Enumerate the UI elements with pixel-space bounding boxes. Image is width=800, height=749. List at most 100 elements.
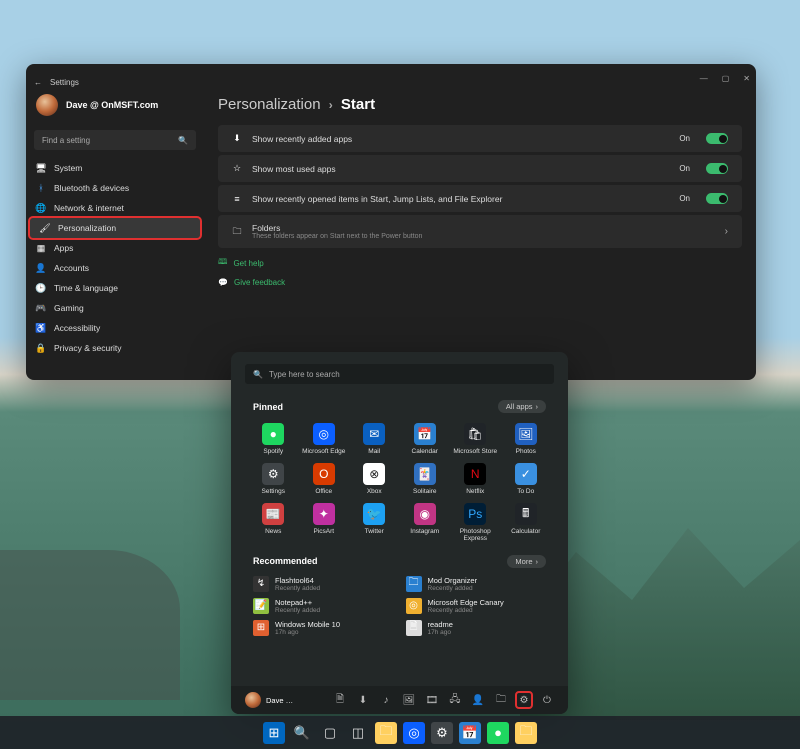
nav-icon: ▦ [36, 243, 46, 253]
footer-personal-icon[interactable]: 👤 [471, 693, 485, 707]
footer-music-icon[interactable]: ♪ [379, 693, 393, 707]
folders-row[interactable]: 🗀 Folders These folders appear on Start … [218, 215, 742, 248]
setting-row: ≡Show recently opened items in Start, Ju… [218, 185, 742, 212]
minimize-button[interactable]: — [700, 74, 708, 83]
footer-downloads-icon[interactable]: ⬇ [356, 693, 370, 707]
footer-network-icon[interactable]: 🖧 [448, 693, 462, 707]
sidebar-item-gaming[interactable]: 🎮 Gaming [26, 298, 204, 318]
sidebar-item-apps[interactable]: ▦Apps [26, 238, 204, 258]
all-apps-button[interactable]: All apps › [498, 400, 546, 413]
setting-label: Show recently added apps [252, 134, 669, 144]
app-tile-settings[interactable]: ⚙Settings [249, 461, 298, 497]
sidebar-item-bluetooth-devices[interactable]: ᚼBluetooth & devices [26, 178, 204, 198]
sidebar-item-network-internet[interactable]: 🌐Network & internet [26, 198, 204, 218]
app-tile-spotify[interactable]: ●Spotify [249, 421, 298, 457]
app-icon: ● [262, 423, 284, 445]
app-label: Calculator [511, 528, 540, 535]
give-feedback-link[interactable]: Give feedback [234, 278, 285, 287]
rec-name: Notepad++ [275, 598, 320, 607]
app-label: To Do [517, 488, 534, 495]
sidebar-item-accounts[interactable]: 👤Accounts [26, 258, 204, 278]
footer-settings-icon[interactable]: ⚙ [517, 693, 531, 707]
back-button[interactable]: ← [34, 78, 42, 87]
rec-sub: Recently added [428, 607, 504, 614]
search-icon: 🔍 [178, 136, 188, 145]
app-tile-to-do[interactable]: ✓To Do [502, 461, 551, 497]
app-label: Calendar [412, 448, 438, 455]
app-tile-news[interactable]: 📰News [249, 501, 298, 544]
app-tile-twitter[interactable]: 🐦Twitter [350, 501, 399, 544]
app-tile-xbox[interactable]: ⊗Xbox [350, 461, 399, 497]
more-button[interactable]: More › [507, 555, 546, 568]
sidebar-item-time-language[interactable]: 🕒Time & language [26, 278, 204, 298]
sidebar-item-accessibility[interactable]: ♿Accessibility [26, 318, 204, 338]
app-tile-instagram[interactable]: ◉Instagram [401, 501, 450, 544]
app-icon: ◎ [313, 423, 335, 445]
rec-name: Mod Organizer [428, 576, 478, 585]
maximize-button[interactable]: ▢ [722, 74, 730, 83]
app-tile-microsoft-store[interactable]: 🛍Microsoft Store [451, 421, 500, 457]
sidebar-item-privacy-security[interactable]: 🔒Privacy & security [26, 338, 204, 358]
app-tile-photoshop-express[interactable]: PsPhotoshop Express [451, 501, 500, 544]
app-tile-microsoft-edge[interactable]: ◎Microsoft Edge [300, 421, 349, 457]
recommended-item[interactable]: 🗀Mod OrganizerRecently added [406, 576, 547, 592]
get-help-link[interactable]: Get help [233, 259, 263, 268]
nav-icon: ᚼ [36, 183, 46, 193]
recommended-item[interactable]: ⊞Windows Mobile 1017h ago [253, 620, 394, 636]
toggle-switch[interactable] [706, 193, 728, 204]
footer-videos-icon[interactable]: 🎞 [425, 693, 439, 707]
toggle-switch[interactable] [706, 163, 728, 174]
toggle-state: On [679, 134, 690, 143]
pinned-grid: ●Spotify◎Microsoft Edge✉Mail📅Calendar🛍Mi… [245, 421, 554, 545]
setting-row: ⬇Show recently added appsOn [218, 125, 742, 152]
start-search-input[interactable]: 🔍 Type here to search [245, 364, 554, 384]
recommended-item[interactable]: 📝 Notepad++Recently added [253, 598, 394, 614]
taskbar-start-icon[interactable]: ⊞ [263, 722, 285, 744]
taskbar-search-icon[interactable]: 🔍 [291, 722, 313, 744]
app-tile-mail[interactable]: ✉Mail [350, 421, 399, 457]
footer-pictures-icon[interactable]: 🖼 [402, 693, 416, 707]
app-tile-picsart[interactable]: ✦PicsArt [300, 501, 349, 544]
search-icon: 🔍 [253, 370, 263, 379]
taskbar-settings-icon[interactable]: ⚙ [431, 722, 453, 744]
footer-user[interactable]: Dave … [245, 692, 325, 708]
sidebar-item-personalization[interactable]: 🖌Personalization [30, 218, 200, 238]
app-tile-netflix[interactable]: NNetflix [451, 461, 500, 497]
app-tile-photos[interactable]: 🖼Photos [502, 421, 551, 457]
nav-icon: ♿ [36, 323, 46, 333]
rec-icon: 📝 [253, 598, 269, 614]
taskbar-spotify-icon[interactable]: ● [487, 722, 509, 744]
sidebar-item-system[interactable]: 🖥System [26, 158, 204, 178]
taskbar-edge-icon[interactable]: ◎ [403, 722, 425, 744]
app-icon: ◉ [414, 503, 436, 525]
app-tile-office[interactable]: OOffice [300, 461, 349, 497]
footer-power-icon[interactable]: ⏻ [540, 693, 554, 707]
recommended-item[interactable]: ↯Flashtool64Recently added [253, 576, 394, 592]
nav-label: Gaming [54, 303, 84, 313]
rec-sub: Recently added [275, 607, 320, 614]
recommended-item[interactable]: 🗎readme17h ago [406, 620, 547, 636]
nav-icon: 🎮 [36, 303, 46, 313]
breadcrumb-root[interactable]: Personalization [218, 96, 321, 113]
rec-name: readme [428, 620, 453, 629]
taskbar-folder-icon[interactable]: 🗀 [515, 722, 537, 744]
toggle-switch[interactable] [706, 133, 728, 144]
app-icon: 🛍 [464, 423, 486, 445]
rec-sub: Recently added [428, 585, 478, 592]
nav-icon: 🖌 [40, 223, 50, 233]
footer-explorer-icon[interactable]: 🗀 [494, 693, 508, 707]
footer-documents-icon[interactable]: 🗎 [333, 693, 347, 707]
app-tile-calculator[interactable]: 🖩Calculator [502, 501, 551, 544]
search-input[interactable]: Find a setting 🔍 [34, 130, 196, 150]
recommended-item[interactable]: ◎Microsoft Edge CanaryRecently added [406, 598, 547, 614]
taskbar-widgets-icon[interactable]: ◫ [347, 722, 369, 744]
app-label: Solitaire [413, 488, 436, 495]
app-tile-solitaire[interactable]: 🃏Solitaire [401, 461, 450, 497]
close-button[interactable]: ✕ [743, 74, 750, 83]
help-icon: 🕮 [218, 256, 227, 270]
taskbar-taskview-icon[interactable]: ▢ [319, 722, 341, 744]
taskbar-calendar-icon[interactable]: 📅 [459, 722, 481, 744]
taskbar-explorer-icon[interactable]: 🗀 [375, 722, 397, 744]
app-tile-calendar[interactable]: 📅Calendar [401, 421, 450, 457]
app-icon: ⚙ [262, 463, 284, 485]
